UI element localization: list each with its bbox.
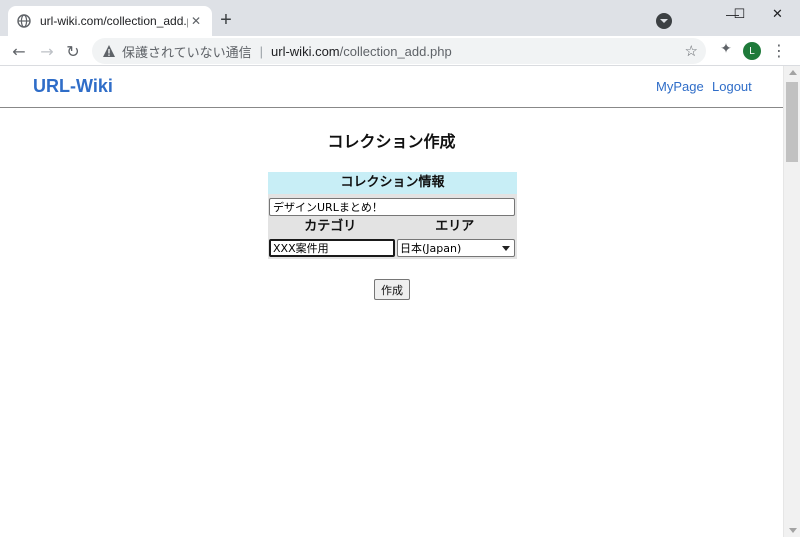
area-selected-value: 日本(Japan) — [400, 242, 462, 255]
category-label: カテゴリ — [304, 219, 357, 234]
scroll-up-arrow-icon[interactable] — [789, 70, 797, 75]
form-section-header: コレクション情報 — [268, 172, 517, 194]
reload-icon[interactable]: ↻ — [62, 40, 84, 62]
create-button[interactable]: 作成 — [374, 279, 410, 300]
fields-row: 日本(Japan) — [268, 237, 517, 259]
warning-icon — [102, 44, 116, 58]
browser-chrome: url-wiki.com/collection_add.php ✕ + — ☐ … — [0, 0, 800, 66]
vertical-scrollbar[interactable] — [783, 66, 800, 537]
area-label: エリア — [435, 219, 475, 234]
scroll-thumb[interactable] — [786, 82, 798, 162]
tab-title: url-wiki.com/collection_add.php — [40, 14, 188, 28]
profile-avatar[interactable]: L — [743, 42, 761, 60]
forward-arrow-icon[interactable]: → — [36, 40, 58, 62]
close-icon[interactable]: ✕ — [188, 13, 204, 29]
tab-strip: url-wiki.com/collection_add.php ✕ + — ☐ … — [0, 0, 800, 36]
tab-search-icon[interactable] — [656, 13, 672, 29]
scroll-down-arrow-icon[interactable] — [789, 528, 797, 533]
collection-name-input[interactable] — [269, 198, 515, 216]
nav-mypage-link[interactable]: MyPage — [656, 79, 704, 94]
site-header: URL-Wiki MyPage Logout — [0, 66, 783, 108]
url-host: url-wiki.com — [271, 43, 340, 59]
chevron-down-icon — [502, 245, 510, 251]
site-logo[interactable]: URL-Wiki — [33, 76, 113, 97]
category-input[interactable] — [269, 239, 395, 257]
browser-tab[interactable]: url-wiki.com/collection_add.php ✕ — [8, 6, 212, 36]
labels-row: カテゴリ エリア — [268, 216, 517, 237]
new-tab-button[interactable]: + — [216, 10, 236, 30]
window-close-button[interactable]: ✕ — [755, 0, 800, 28]
menu-kebab-icon[interactable]: ⋮ — [771, 41, 787, 60]
globe-icon — [16, 13, 32, 29]
name-row — [268, 194, 517, 216]
address-bar[interactable]: 保護されていない通信 | url-wiki.com /collection_ad… — [92, 38, 706, 64]
extensions-puzzle-icon[interactable]: ✦ — [718, 41, 734, 57]
security-status: 保護されていない通信 — [122, 44, 252, 60]
nav-logout-link[interactable]: Logout — [712, 79, 752, 94]
browser-toolbar: ← → ↻ 保護されていない通信 | url-wiki.com /collect… — [0, 36, 800, 66]
omnibox-separator: | — [259, 43, 264, 59]
collection-form: コレクション情報 カテゴリ エリア 日本(Japan) — [268, 172, 517, 259]
page-title: コレクション作成 — [327, 132, 456, 151]
back-arrow-icon[interactable]: ← — [8, 40, 30, 62]
area-select[interactable]: 日本(Japan) — [397, 239, 515, 257]
bookmark-star-icon[interactable]: ☆ — [685, 42, 698, 60]
url-path: /collection_add.php — [339, 43, 452, 59]
page-viewport: URL-Wiki MyPage Logout コレクション作成 コレクション情報… — [0, 66, 783, 537]
